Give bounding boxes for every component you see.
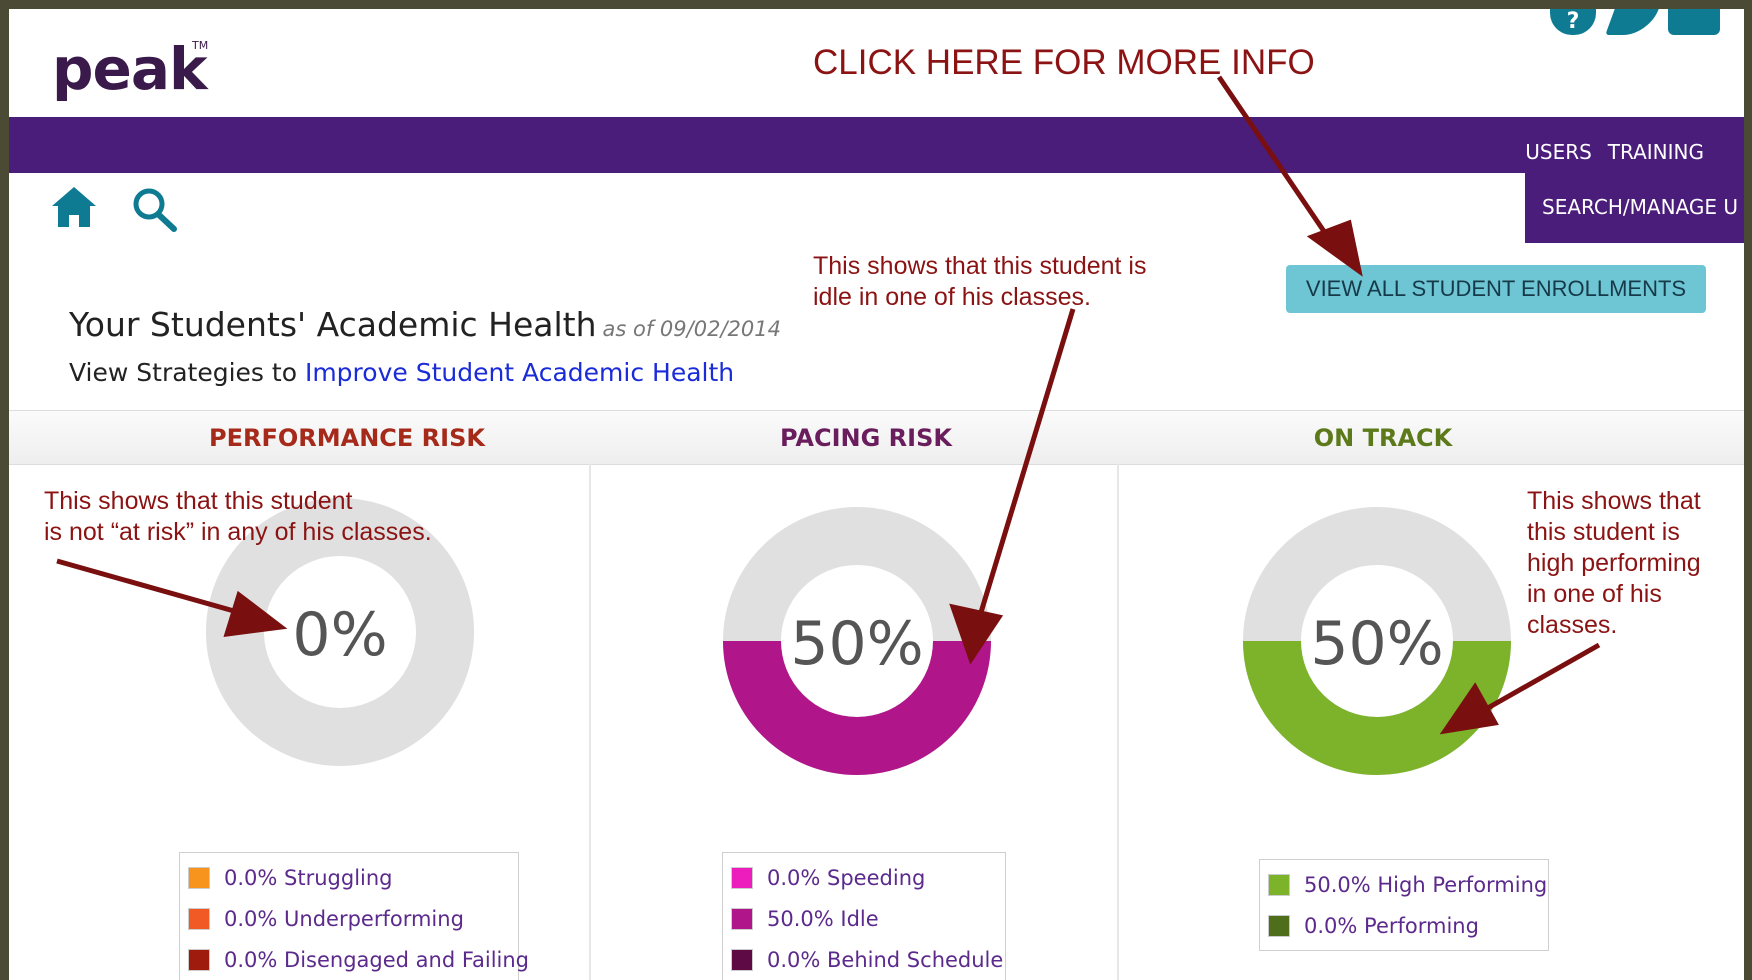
arrow-head xyxy=(949,603,1004,665)
app-window: peak TM ? USERS TRAINING SEARCH/MANAGE U… xyxy=(9,9,1744,980)
arrow-head xyxy=(1306,219,1363,277)
arrow-to-button xyxy=(1216,75,1339,251)
annotation-arrows xyxy=(56,75,1601,735)
arrow-to-zero xyxy=(56,558,242,616)
arrow-to-on-track xyxy=(1477,642,1601,716)
arrow-head xyxy=(223,590,288,637)
arrow-to-idle xyxy=(976,308,1076,620)
arrow-head xyxy=(1439,682,1499,735)
